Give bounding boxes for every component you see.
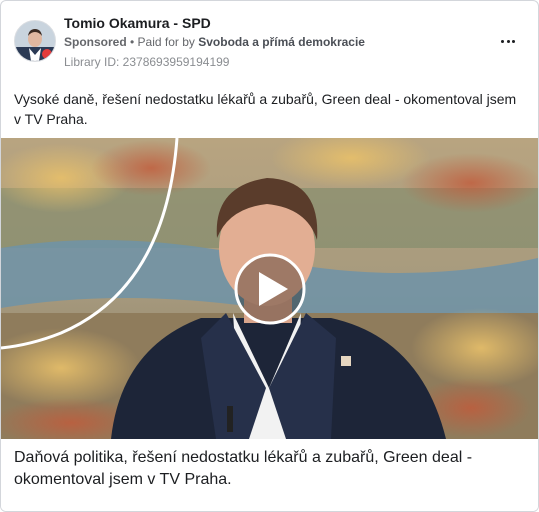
paid-for-by-label: Paid for by (137, 35, 199, 49)
video-caption: Daňová politika, řešení nedostatku lékař… (14, 449, 473, 488)
video-player[interactable] (1, 138, 538, 439)
video-thumbnail (1, 138, 538, 439)
avatar-image (15, 21, 55, 61)
separator-dot: • (126, 35, 138, 49)
page-avatar[interactable] (14, 20, 56, 62)
more-options-icon[interactable] (495, 31, 521, 51)
ad-card: Tomio Okamura - SPD Sponsored • Paid for… (0, 0, 539, 512)
library-id: Library ID: 2378693959194199 (64, 55, 230, 69)
page-name[interactable]: Tomio Okamura - SPD (64, 15, 211, 31)
payer-name: Svoboda a přímá demokracie (198, 35, 365, 49)
video-caption-area: Daňová politika, řešení nedostatku lékař… (1, 439, 538, 511)
sponsor-line: Sponsored • Paid for by Svoboda a přímá … (64, 35, 365, 49)
ad-header: Tomio Okamura - SPD Sponsored • Paid for… (1, 1, 538, 73)
sponsored-label: Sponsored (64, 35, 127, 49)
ad-body-text: Vysoké daně, řešení nedostatku lékařů a … (14, 91, 517, 127)
